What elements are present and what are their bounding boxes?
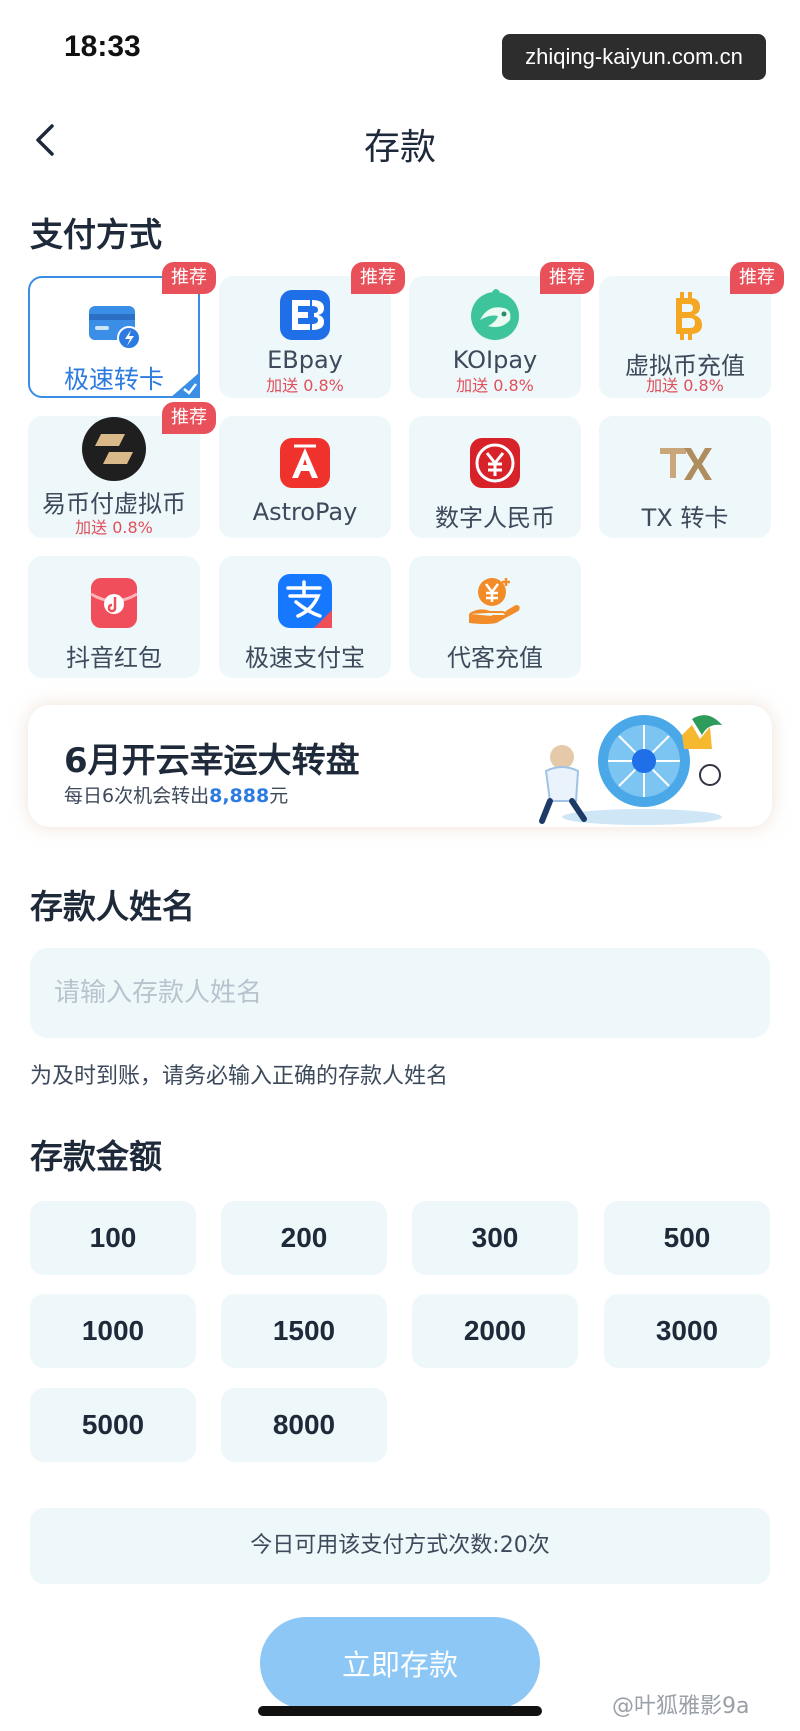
amount-option[interactable]: 3000: [604, 1294, 770, 1368]
recommend-badge: 推荐: [162, 262, 216, 294]
recommend-badge: 推荐: [540, 262, 594, 294]
card-lightning-icon: [89, 306, 141, 350]
payment-section-title: 支付方式: [30, 215, 162, 254]
douyin-redpacket-icon: [90, 578, 138, 628]
pay-method-douyin[interactable]: 抖音红包: [28, 556, 200, 678]
pay-method-label: 极速支付宝: [245, 644, 365, 672]
pay-method-label: EBpay: [267, 346, 343, 374]
banner-title: 6月开云幸运大转盘: [64, 741, 360, 781]
pay-method-label: AstroPay: [252, 498, 358, 526]
recommend-badge: 推荐: [162, 402, 216, 434]
pay-method-label: KOIpay: [452, 346, 538, 374]
pay-method-label: 抖音红包: [66, 644, 162, 672]
pay-method-ebpay[interactable]: EBpay 加送 0.8%: [219, 276, 391, 398]
bitcoin-icon: [676, 292, 702, 340]
watermark-label: zhiqing-kaiyun.com.cn: [502, 34, 766, 80]
ebpay-icon: [280, 290, 330, 340]
amount-option[interactable]: 100: [30, 1201, 196, 1275]
home-indicator: [258, 1706, 542, 1716]
pay-method-alipay[interactable]: 极速支付宝: [219, 556, 391, 678]
pay-method-yibifu[interactable]: 易币付虚拟币 加送 0.8%: [28, 416, 200, 538]
amount-option[interactable]: 5000: [30, 1388, 196, 1462]
agent-recharge-icon: [469, 578, 520, 624]
pay-method-koipay[interactable]: KOIpay 加送 0.8%: [409, 276, 581, 398]
bonus-text: 加送 0.8%: [266, 376, 344, 395]
pay-method-agent[interactable]: 代客充值: [409, 556, 581, 678]
amount-option[interactable]: 1000: [30, 1294, 196, 1368]
pay-method-fast-card[interactable]: 极速转卡: [28, 276, 200, 398]
yibifu-icon: [82, 417, 146, 481]
status-bar: 18:33 zhiqing-kaiyun.com.cn: [0, 0, 800, 90]
credit-watermark: @叶狐雅影9a: [612, 1694, 750, 1719]
page-title: 存款: [363, 127, 436, 168]
pay-method-label: TX 转卡: [641, 504, 729, 532]
amount-option[interactable]: 1500: [221, 1294, 387, 1368]
lucky-wheel-illustration: [539, 715, 722, 825]
deposit-submit-button[interactable]: 立即存款: [260, 1617, 540, 1709]
amount-option[interactable]: 300: [412, 1201, 578, 1275]
depositor-hint: 为及时到账，请务必输入正确的存款人姓名: [30, 1064, 449, 1089]
digital-rmb-icon: [470, 438, 520, 488]
pay-method-label: 代客充值: [447, 644, 543, 672]
bonus-text: 加送 0.8%: [646, 376, 724, 395]
pay-method-digital-rmb[interactable]: 数字人民币: [409, 416, 581, 538]
amount-option[interactable]: 8000: [221, 1388, 387, 1462]
tx-icon: [660, 448, 712, 480]
pay-method-crypto[interactable]: 虚拟币充值 加送 0.8%: [599, 276, 771, 398]
bonus-text: 加送 0.8%: [75, 518, 153, 537]
amount-option[interactable]: 2000: [412, 1294, 578, 1368]
pay-method-tx[interactable]: TX 转卡: [599, 416, 771, 538]
alipay-icon: [278, 574, 332, 628]
depositor-name-input[interactable]: [30, 948, 770, 1038]
lucky-wheel-banner[interactable]: 6月开云幸运大转盘 每日6次机会转出8,888元: [28, 705, 772, 827]
depositor-section-title: 存款人姓名: [30, 887, 195, 926]
pay-method-label: 数字人民币: [435, 504, 555, 532]
status-time: 18:33: [64, 30, 141, 63]
pay-method-astropay[interactable]: AstroPay: [219, 416, 391, 538]
banner-subtitle: 每日6次机会转出8,888元: [64, 785, 289, 807]
daily-limit-info: 今日可用该支付方式次数:20次: [30, 1508, 770, 1584]
nav-bar: 存款: [0, 100, 800, 180]
recommend-badge: 推荐: [351, 262, 405, 294]
amount-section-title: 存款金额: [30, 1137, 162, 1176]
selected-check-icon: [170, 372, 200, 398]
koi-fish-icon: [471, 289, 519, 340]
amount-option[interactable]: 200: [221, 1201, 387, 1275]
astropay-icon: [280, 438, 330, 488]
bonus-text: 加送 0.8%: [456, 376, 534, 395]
recommend-badge: 推荐: [730, 262, 784, 294]
amount-option[interactable]: 500: [604, 1201, 770, 1275]
